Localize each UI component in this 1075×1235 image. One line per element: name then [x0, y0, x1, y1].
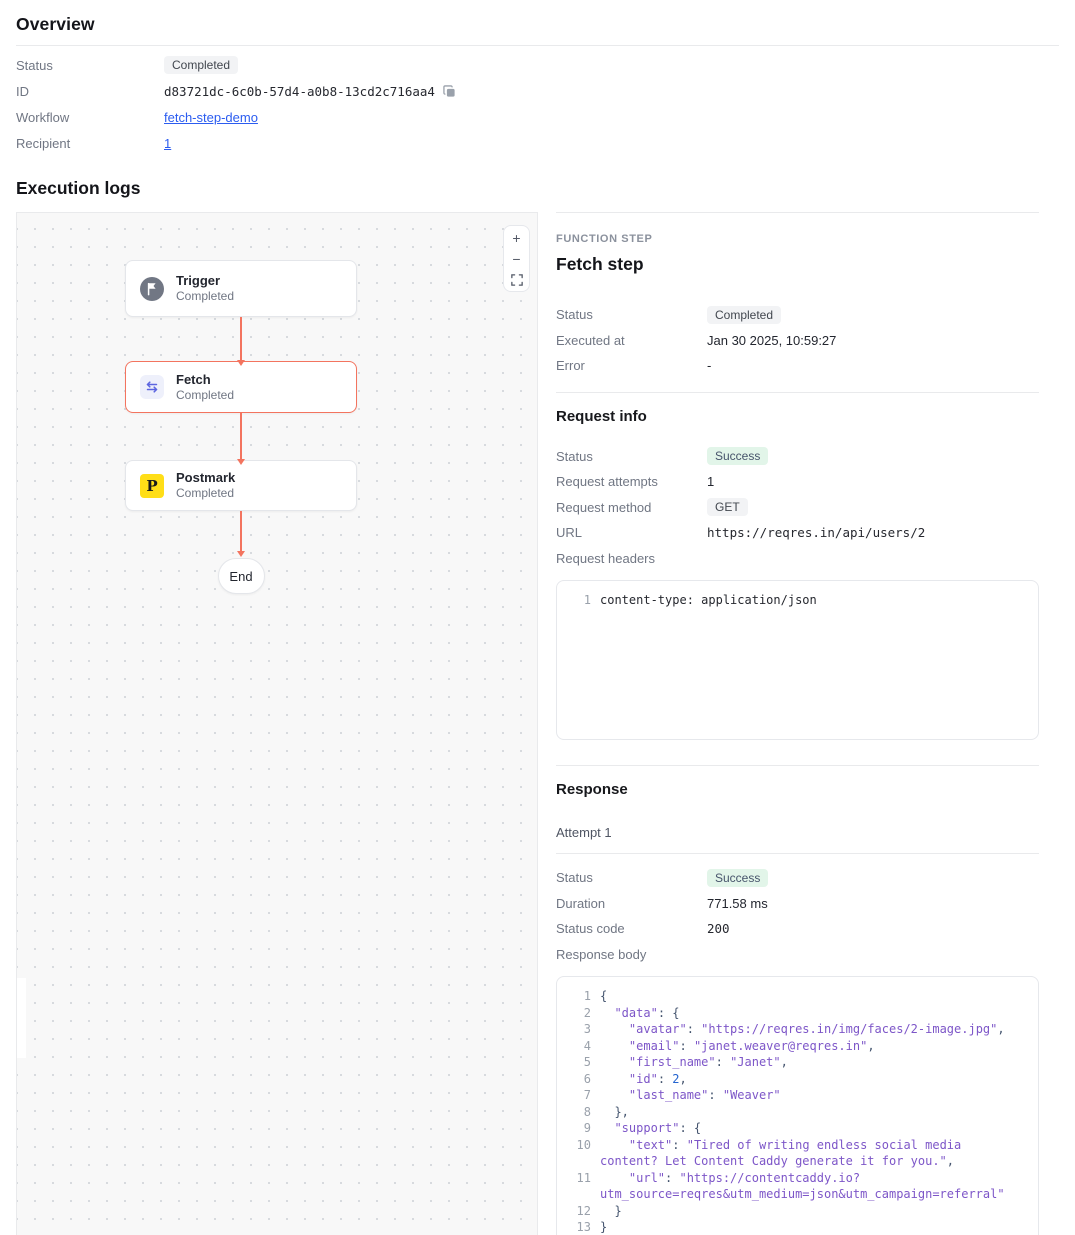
step-summary: Status Completed Executed at Jan 30 2025… — [556, 302, 1039, 379]
overview-divider — [16, 45, 1059, 46]
overview-status-row: Status Completed — [16, 52, 1075, 78]
step-status-label: Status — [556, 307, 707, 322]
zoom-in-button[interactable]: + — [505, 227, 528, 248]
workflow-flow: Trigger Completed Fetch Completed — [125, 213, 357, 594]
copy-id-button[interactable] — [443, 85, 456, 98]
request-info-title: Request info — [556, 408, 1039, 425]
node-title: Postmark — [176, 470, 235, 486]
overview-title: Overview — [16, 14, 1075, 35]
request-status-badge: Success — [707, 447, 768, 465]
request-attempts-label: Request attempts — [556, 474, 707, 489]
overview-recipient-row: Recipient 1 — [16, 130, 1075, 156]
request-url-label: URL — [556, 525, 707, 540]
response-status-badge: Success — [707, 869, 768, 887]
execution-logs-title: Execution logs — [16, 178, 1075, 199]
divider — [556, 765, 1039, 766]
node-end[interactable]: End — [218, 558, 265, 594]
attempt-label: Attempt 1 — [556, 825, 1039, 840]
divider — [556, 853, 1039, 854]
executed-at-label: Executed at — [556, 333, 707, 348]
node-status: Completed — [176, 388, 234, 403]
request-info: Status Success Request attempts 1 Reques… — [556, 444, 1039, 572]
recipient-label: Recipient — [16, 136, 164, 151]
id-label: ID — [16, 84, 164, 99]
workflow-label: Workflow — [16, 110, 164, 125]
response-duration-label: Duration — [556, 896, 707, 911]
canvas-zoom-controls: + − — [503, 225, 530, 292]
request-method-label: Request method — [556, 500, 707, 515]
response-info: Status Success Duration 771.58 ms Status… — [556, 865, 1039, 967]
overview-workflow-row: Workflow fetch-step-demo — [16, 104, 1075, 130]
response-duration-value: 771.58 ms — [707, 896, 768, 911]
page: Overview Status Completed ID d83721dc-6c… — [0, 0, 1075, 1235]
node-fetch[interactable]: Fetch Completed — [125, 361, 357, 413]
copy-icon — [443, 85, 456, 98]
request-attempts-value: 1 — [707, 474, 714, 489]
response-status-label: Status — [556, 870, 707, 885]
error-value: - — [707, 358, 711, 373]
fit-view-button[interactable] — [505, 269, 528, 290]
edge-postmark-end — [240, 511, 242, 552]
workflow-canvas[interactable]: Trigger Completed Fetch Completed — [16, 212, 538, 1235]
canvas-scroll-strip — [17, 978, 26, 1058]
node-title: Trigger — [176, 273, 234, 289]
request-headers-code[interactable]: 1content-type: application/json — [556, 580, 1039, 740]
node-postmark[interactable]: P Postmark Completed — [125, 460, 357, 511]
fit-view-icon — [511, 274, 523, 286]
error-label: Error — [556, 358, 707, 373]
node-status: Completed — [176, 486, 235, 501]
response-body-label: Response body — [556, 947, 707, 962]
plus-icon: + — [512, 228, 520, 248]
status-label: Status — [16, 58, 164, 73]
executed-at-value: Jan 30 2025, 10:59:27 — [707, 333, 836, 348]
status-code-value: 200 — [707, 921, 730, 936]
minus-icon: − — [512, 249, 520, 269]
status-code-label: Status code — [556, 921, 707, 936]
node-trigger[interactable]: Trigger Completed — [125, 260, 357, 317]
postmark-p-icon: P — [140, 474, 164, 498]
edge-trigger-fetch — [240, 317, 242, 361]
workflow-link[interactable]: fetch-step-demo — [164, 110, 258, 125]
status-badge: Completed — [164, 56, 238, 74]
step-title: Fetch step — [556, 254, 1039, 275]
flag-icon — [140, 277, 164, 301]
response-body-code[interactable]: 1{2 "data": {3 "avatar": "https://reqres… — [556, 976, 1039, 1235]
response-title: Response — [556, 781, 1039, 798]
recipient-link[interactable]: 1 — [164, 136, 171, 151]
request-status-label: Status — [556, 449, 707, 464]
swap-arrows-icon — [140, 375, 164, 399]
request-url-value: https://reqres.in/api/users/2 — [707, 525, 925, 540]
request-headers-label: Request headers — [556, 551, 707, 566]
id-value: d83721dc-6c0b-57d4-a0b8-13cd2c716aa4 — [164, 84, 435, 99]
request-method-badge: GET — [707, 498, 748, 516]
divider — [556, 392, 1039, 393]
step-detail-panel: FUNCTION STEP Fetch step Status Complete… — [556, 212, 1039, 1235]
zoom-out-button[interactable]: − — [505, 248, 528, 269]
execution-logs-main: Trigger Completed Fetch Completed — [16, 212, 1075, 1235]
step-kicker: FUNCTION STEP — [556, 233, 1039, 245]
overview-id-row: ID d83721dc-6c0b-57d4-a0b8-13cd2c716aa4 — [16, 78, 1075, 104]
step-status-badge: Completed — [707, 306, 781, 324]
edge-fetch-postmark — [240, 413, 242, 460]
node-title: Fetch — [176, 372, 234, 388]
node-status: Completed — [176, 289, 234, 304]
